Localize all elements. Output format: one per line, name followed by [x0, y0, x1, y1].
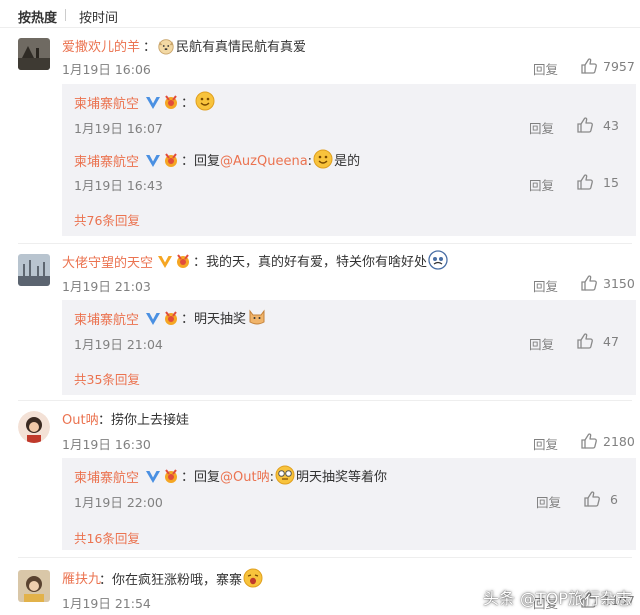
comment-username[interactable]: Out呐: [62, 409, 99, 428]
comment-text: ：民航有真情民航有真爱: [143, 36, 306, 55]
reply-thread: 柬埔寨航空 ：回复@Out呐: 明天抽奖等着你 1月19日 22:00 回复 6 …: [62, 458, 636, 550]
mention-link[interactable]: @Out呐: [220, 470, 270, 485]
reply-button[interactable]: 回复: [536, 492, 561, 511]
reply-thread: 柬埔寨航空 ： 1月19日 16:07 回复 43 柬埔寨航空 ：回复@AuzQ…: [62, 84, 636, 236]
dog-emoji-icon: [157, 37, 175, 55]
verified-v-icon: [145, 96, 161, 110]
watermark: 头条 @TOP旅行杂志: [482, 589, 632, 608]
reply-text: ：明天抽奖: [142, 307, 268, 327]
like-icon[interactable]: [576, 332, 594, 350]
reply-button[interactable]: 回复: [533, 59, 558, 78]
reply-button[interactable]: 回复: [533, 276, 558, 295]
reply-prefix: 回复: [194, 154, 221, 169]
reply-username[interactable]: 柬埔寨航空: [74, 467, 139, 486]
smile-emoji-icon: [313, 149, 333, 169]
comment-time: 1月19日 21:54: [62, 596, 151, 611]
reply-text: ：回复@Out呐: 明天抽奖等着你: [142, 465, 387, 485]
like-icon[interactable]: [580, 274, 598, 292]
comment-time: 1月19日 16:06: [62, 62, 151, 77]
comment-text: ：你在疯狂涨粉哦，寨寨: [99, 568, 264, 588]
medal-icon: [162, 153, 180, 169]
cat-emoji-icon: [247, 307, 267, 327]
reply-time: 1月19日 16:43: [74, 178, 163, 193]
avatar[interactable]: [18, 38, 50, 70]
verified-v-icon: [145, 470, 161, 484]
comment-text-body: 你在疯狂涨粉哦，寨寨: [112, 573, 243, 588]
reply-username[interactable]: 柬埔寨航空: [74, 309, 139, 328]
medal-icon: [162, 469, 180, 485]
reply-time: 1月19日 22:00: [74, 495, 163, 510]
comment-text: ：捞你上去接娃: [98, 413, 190, 428]
sort-divider: [65, 9, 66, 21]
comment-divider: [18, 243, 632, 244]
reply-button[interactable]: 回复: [529, 175, 554, 194]
reply-username[interactable]: 柬埔寨航空: [74, 151, 139, 170]
verified-v-icon: [145, 154, 161, 168]
like-icon[interactable]: [580, 432, 598, 450]
sort-by-hot-tab[interactable]: 按热度: [18, 7, 57, 26]
medal-icon: [162, 311, 180, 327]
reply-text-body: 明天抽奖等着你: [296, 470, 388, 485]
like-icon[interactable]: [583, 490, 601, 508]
avatar[interactable]: [18, 570, 50, 602]
more-replies-link[interactable]: 共35条回复: [74, 369, 140, 388]
comment-text-body: 民航有真情民航有真爱: [176, 40, 307, 55]
wow-emoji-icon: [243, 568, 263, 588]
reply-thread: 柬埔寨航空 ：明天抽奖 1月19日 21:04 回复 47 共35条回复: [62, 300, 636, 395]
like-count: 2180: [603, 434, 635, 449]
reply-button[interactable]: 回复: [529, 334, 554, 353]
like-count: 43: [603, 118, 619, 133]
verified-v-icon: [145, 312, 161, 326]
glasses-emoji-icon: [275, 465, 295, 485]
comment-username[interactable]: 大佬守望的天空: [62, 252, 153, 271]
reply-text: ：回复@AuzQueena: 是的: [142, 149, 360, 169]
like-count: 7957: [603, 59, 635, 74]
sort-bar: 按热度 按时间: [0, 0, 640, 28]
more-replies-link[interactable]: 共16条回复: [74, 528, 140, 547]
reply-text-body: 是的: [334, 154, 361, 169]
medal-icon: [174, 254, 192, 270]
like-count: 3150: [603, 276, 635, 291]
cry-emoji-icon: [428, 250, 448, 270]
reply-username[interactable]: 柬埔寨航空: [74, 93, 139, 112]
kiss-emoji-icon: [195, 91, 215, 111]
like-count: 47: [603, 334, 619, 349]
reply-badges: ：: [142, 91, 216, 111]
comment-username[interactable]: 爱撒欢儿的羊: [62, 36, 140, 55]
reply-prefix: 回复: [194, 470, 221, 485]
like-count: 6: [610, 492, 618, 507]
comment-text: ：我的天，真的好有爱，特关你有啥好处: [154, 250, 449, 270]
comment-time: 1月19日 16:30: [62, 437, 151, 452]
reply-time: 1月19日 16:07: [74, 121, 163, 136]
reply-text-body: 明天抽奖: [194, 312, 247, 327]
mention-link[interactable]: @AuzQueena: [220, 154, 308, 169]
medal-icon: [162, 95, 180, 111]
comment-username[interactable]: 雁扶九: [62, 568, 101, 587]
like-count: 15: [603, 175, 619, 190]
sort-by-time-tab[interactable]: 按时间: [79, 7, 118, 26]
like-icon[interactable]: [580, 57, 598, 75]
verified-v-gold-icon: [158, 256, 172, 268]
like-icon[interactable]: [576, 173, 594, 191]
like-icon[interactable]: [576, 116, 594, 134]
more-replies-link[interactable]: 共76条回复: [74, 210, 140, 229]
comment-divider: [18, 557, 632, 558]
comment-divider: [18, 400, 632, 401]
comment-time: 1月19日 21:03: [62, 279, 151, 294]
reply-time: 1月19日 21:04: [74, 337, 163, 352]
comment-text-body: 捞你上去接娃: [111, 413, 190, 428]
avatar[interactable]: [18, 411, 50, 443]
reply-button[interactable]: 回复: [529, 118, 554, 137]
reply-button[interactable]: 回复: [533, 434, 558, 453]
comment-text-body: 我的天，真的好有爱，特关你有啥好处: [206, 255, 428, 270]
avatar[interactable]: [18, 254, 50, 286]
